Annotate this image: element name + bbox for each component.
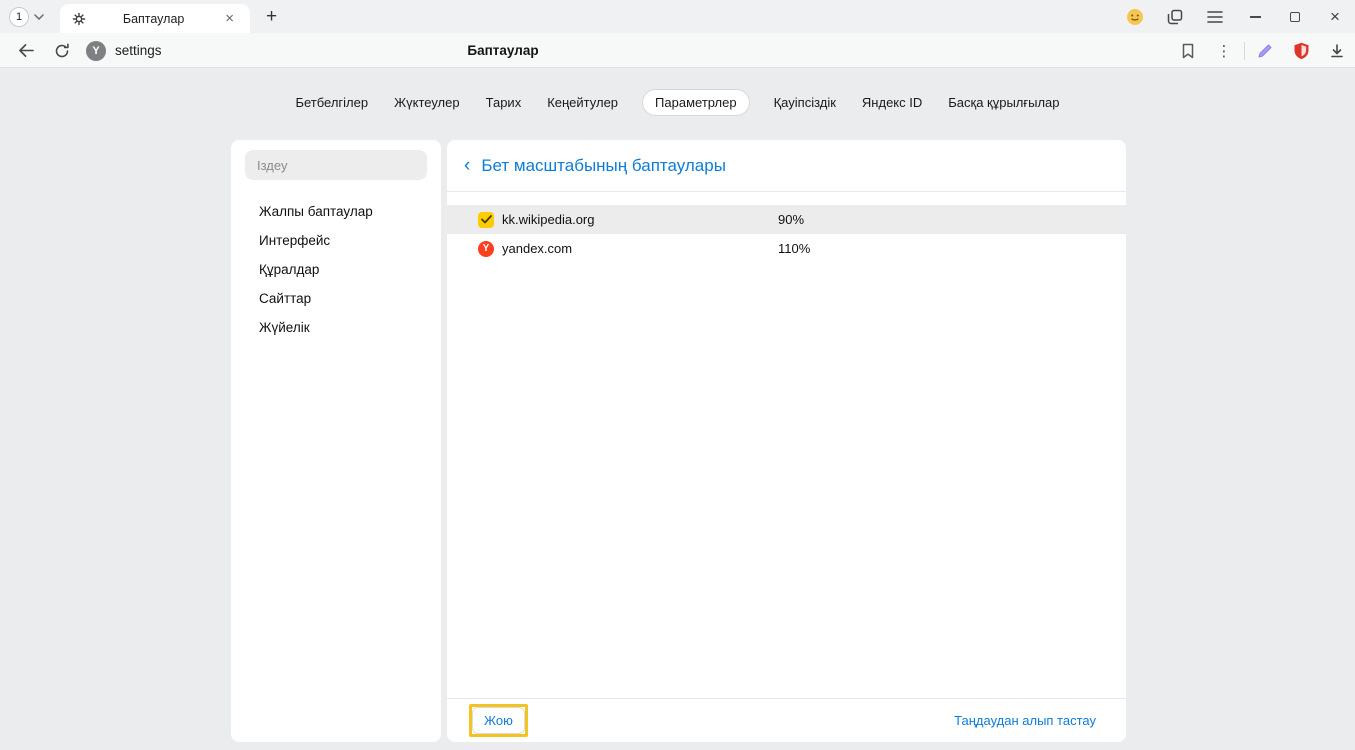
nav-tab-downloads[interactable]: Жүктеулер: [392, 89, 462, 116]
sidebar-item-general[interactable]: Жалпы баптаулар: [231, 197, 441, 226]
tab-counter-value: 1: [16, 11, 22, 23]
protect-shield-button[interactable]: [1283, 33, 1319, 68]
zoom-site-list: kk.wikipedia.org 90% Y yandex.com 110%: [447, 205, 1126, 263]
site-favicon: Y: [86, 41, 106, 61]
tab-title: Баптаулар: [123, 12, 185, 26]
sidebar-section-list: Жалпы баптаулар Интерфейс Құралдар Сайтт…: [231, 197, 441, 342]
new-tab-button[interactable]: +: [260, 6, 283, 28]
browser-tab-settings[interactable]: Баптаулар ×: [60, 4, 250, 33]
close-icon: ×: [1330, 8, 1340, 25]
nav-tab-bookmarks[interactable]: Бетбелгілер: [293, 89, 370, 116]
zoom-row-kk-wikipedia[interactable]: kk.wikipedia.org 90%: [447, 205, 1126, 234]
nav-tab-history[interactable]: Тарих: [484, 89, 524, 116]
zoom-value: 110%: [778, 241, 810, 256]
tab-bar-right-controls: ×: [1115, 0, 1355, 33]
search-input[interactable]: [245, 150, 427, 180]
address-bar: Y settings Баптаулар ⋮: [0, 33, 1355, 68]
tabs-panel-icon: [1167, 9, 1183, 25]
site-name: yandex.com: [502, 241, 778, 256]
hamburger-menu-icon: [1207, 11, 1223, 23]
yandex-favicon-icon: Y: [478, 241, 494, 257]
maximize-icon: [1290, 12, 1300, 22]
window-maximize-button[interactable]: [1275, 0, 1315, 33]
checkbox-checked-icon[interactable]: [478, 212, 494, 228]
panel-header: ‹ Бет масштабының баптаулары: [447, 140, 1126, 192]
nav-tab-security[interactable]: Қауіпсіздік: [772, 89, 838, 116]
sidebar-item-interface[interactable]: Интерфейс: [231, 226, 441, 255]
tab-panel-button[interactable]: [1155, 0, 1195, 33]
panel-footer: Жою Таңдаудан алып тастау: [447, 698, 1126, 742]
gear-icon: [72, 12, 86, 26]
page-title: Бет масштабының баптаулары: [481, 156, 726, 176]
delete-button[interactable]: Жою: [472, 707, 525, 734]
window-close-button[interactable]: ×: [1315, 0, 1355, 33]
browser-menu-button[interactable]: [1195, 0, 1235, 33]
assistant-button[interactable]: [1115, 0, 1155, 33]
toolbar-divider: [1244, 42, 1245, 60]
tab-close-button[interactable]: ×: [221, 9, 238, 28]
site-favicon-letter: Y: [92, 45, 99, 57]
reload-icon: [54, 43, 70, 59]
nav-tab-settings[interactable]: Параметрлер: [642, 89, 750, 116]
omnibox-menu-button[interactable]: ⋮: [1206, 33, 1242, 68]
minimize-icon: [1250, 16, 1261, 18]
zoom-row-yandex[interactable]: Y yandex.com 110%: [447, 234, 1126, 263]
back-button[interactable]: [8, 33, 44, 68]
browser-window: 1 Баптаулар × +: [0, 0, 1355, 750]
address-bar-left: Y settings: [8, 33, 162, 68]
sidebar-item-tools[interactable]: Құралдар: [231, 255, 441, 284]
back-arrow-icon: [18, 43, 35, 58]
bookmark-icon: [1181, 43, 1195, 59]
tab-list-chevron-button[interactable]: [34, 14, 44, 20]
nav-tab-extensions[interactable]: Кеңейтулер: [545, 89, 620, 116]
nav-tab-yandex-id[interactable]: Яндекс ID: [860, 89, 924, 116]
page-zoom-settings-panel: ‹ Бет масштабының баптаулары kk.wikipedi…: [447, 140, 1126, 742]
tab-counter-button[interactable]: 1: [9, 7, 29, 27]
settings-sidebar: Жалпы баптаулар Интерфейс Құралдар Сайтт…: [231, 140, 441, 742]
assistant-icon: [1126, 8, 1144, 26]
deselect-all-link[interactable]: Таңдаудан алып тастау: [954, 713, 1096, 728]
nav-tab-other-devices[interactable]: Басқа құрылғылар: [946, 89, 1061, 116]
vertical-dots-icon: ⋮: [1217, 42, 1232, 60]
yandex-favicon-letter: Y: [483, 243, 490, 254]
target-highlight-box: Жою: [469, 704, 528, 737]
download-icon: [1329, 43, 1345, 59]
settings-nav-tabs: Бетбелгілер Жүктеулер Тарих Кеңейтулер П…: [0, 89, 1355, 116]
chevron-down-icon: [34, 14, 44, 20]
shield-icon: [1293, 42, 1310, 60]
omnibox-page-title[interactable]: Баптаулар: [467, 33, 538, 68]
pen-icon: [1257, 43, 1273, 59]
editor-pen-button[interactable]: [1247, 33, 1283, 68]
window-minimize-button[interactable]: [1235, 0, 1275, 33]
url-text[interactable]: settings: [115, 43, 162, 58]
address-bar-right: ⋮: [1170, 33, 1355, 68]
reload-button[interactable]: [44, 33, 80, 68]
tab-bar: 1 Баптаулар × +: [0, 0, 1355, 33]
back-chevron-icon[interactable]: ‹: [464, 156, 470, 175]
sidebar-item-system[interactable]: Жүйелік: [231, 313, 441, 342]
sidebar-item-sites[interactable]: Сайттар: [231, 284, 441, 313]
downloads-button[interactable]: [1319, 33, 1355, 68]
site-name: kk.wikipedia.org: [502, 212, 778, 227]
zoom-value: 90%: [778, 212, 804, 227]
bookmark-button[interactable]: [1170, 33, 1206, 68]
